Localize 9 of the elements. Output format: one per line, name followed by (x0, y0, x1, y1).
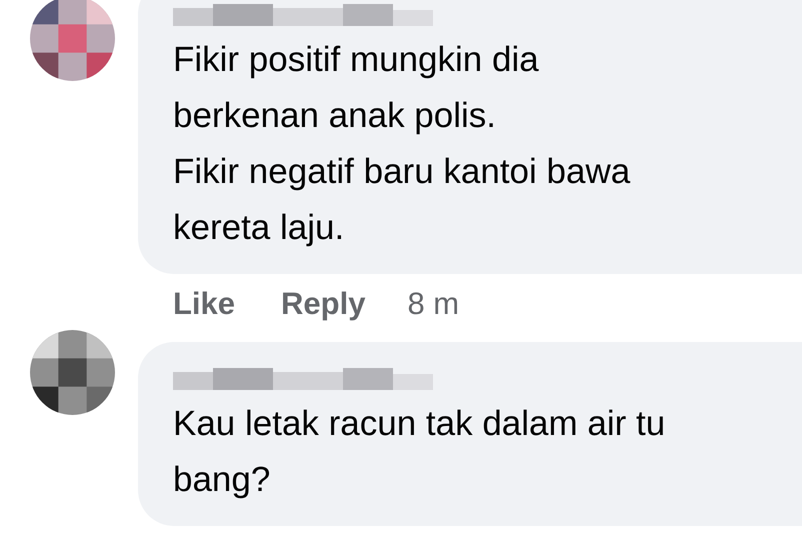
comment-text: bang? (173, 459, 272, 501)
comment-text: Fikir negatif baru kantoi bawa (173, 151, 632, 193)
comment-text: Kau letak racun tak dalam air tu (173, 403, 666, 445)
comment-text: berkenan anak polis. (173, 95, 497, 137)
comment-text: Fikir positif mungkin dia (173, 39, 540, 81)
comment-action-link[interactable]: Reply (281, 286, 366, 322)
comment-action-link[interactable]: Like (173, 286, 236, 322)
comment-text: kereta laju. (173, 207, 346, 249)
comment-time: 8 m (407, 286, 460, 322)
